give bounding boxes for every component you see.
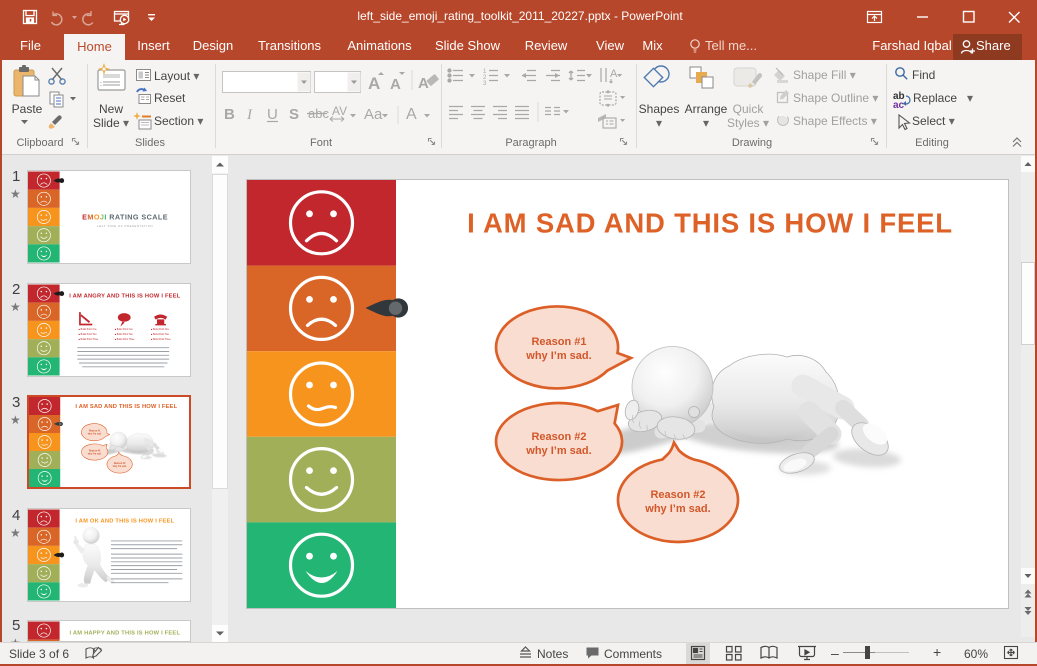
svg-text:AV: AV — [332, 104, 347, 118]
svg-text:A: A — [406, 106, 417, 123]
svg-text:Aa: Aa — [364, 106, 383, 123]
svg-text:■ Bullet Point Three: ■ Bullet Point Three — [115, 338, 135, 341]
svg-text:■ Bullet Point One: ■ Bullet Point One — [79, 328, 98, 331]
svg-text:I AM OK AND THIS IS HOW I FEEL: I AM OK AND THIS IS HOW I FEEL — [75, 519, 174, 525]
svg-text:A: A — [368, 74, 380, 93]
svg-text:■ Bullet Point Two: ■ Bullet Point Two — [151, 333, 170, 336]
svg-text:3: 3 — [483, 81, 487, 87]
svg-text:■ Bullet Point Three: ■ Bullet Point Three — [151, 338, 171, 341]
svg-text:ac: ac — [893, 100, 905, 111]
svg-text:EMOJI RATING SCALE: EMOJI RATING SCALE — [82, 212, 168, 221]
svg-text:■ Bullet Point Three: ■ Bullet Point Three — [79, 338, 99, 341]
svg-text:B: B — [224, 106, 235, 123]
svg-text:A: A — [418, 75, 429, 92]
svg-text:I AM HAPPY AND THIS IS HOW I F: I AM HAPPY AND THIS IS HOW I FEEL — [70, 631, 181, 637]
svg-text:I AM ANGRY AND THIS IS HOW I F: I AM ANGRY AND THIS IS HOW I FEEL — [69, 294, 180, 300]
svg-text:■ Bullet Point One: ■ Bullet Point One — [115, 328, 134, 331]
svg-text:A: A — [610, 68, 618, 80]
svg-text:■ Bullet Point One: ■ Bullet Point One — [151, 328, 170, 331]
svg-text:■ Bullet Point Two: ■ Bullet Point Two — [79, 333, 98, 336]
svg-text:U: U — [267, 106, 278, 123]
svg-text:■ Bullet Point Two: ■ Bullet Point Two — [115, 333, 134, 336]
svg-text:A: A — [390, 76, 401, 93]
svg-text:S: S — [289, 106, 299, 123]
svg-text:I: I — [246, 107, 253, 123]
svg-text:LEFT SIDE OF PRESENTATION: LEFT SIDE OF PRESENTATION — [97, 224, 153, 228]
